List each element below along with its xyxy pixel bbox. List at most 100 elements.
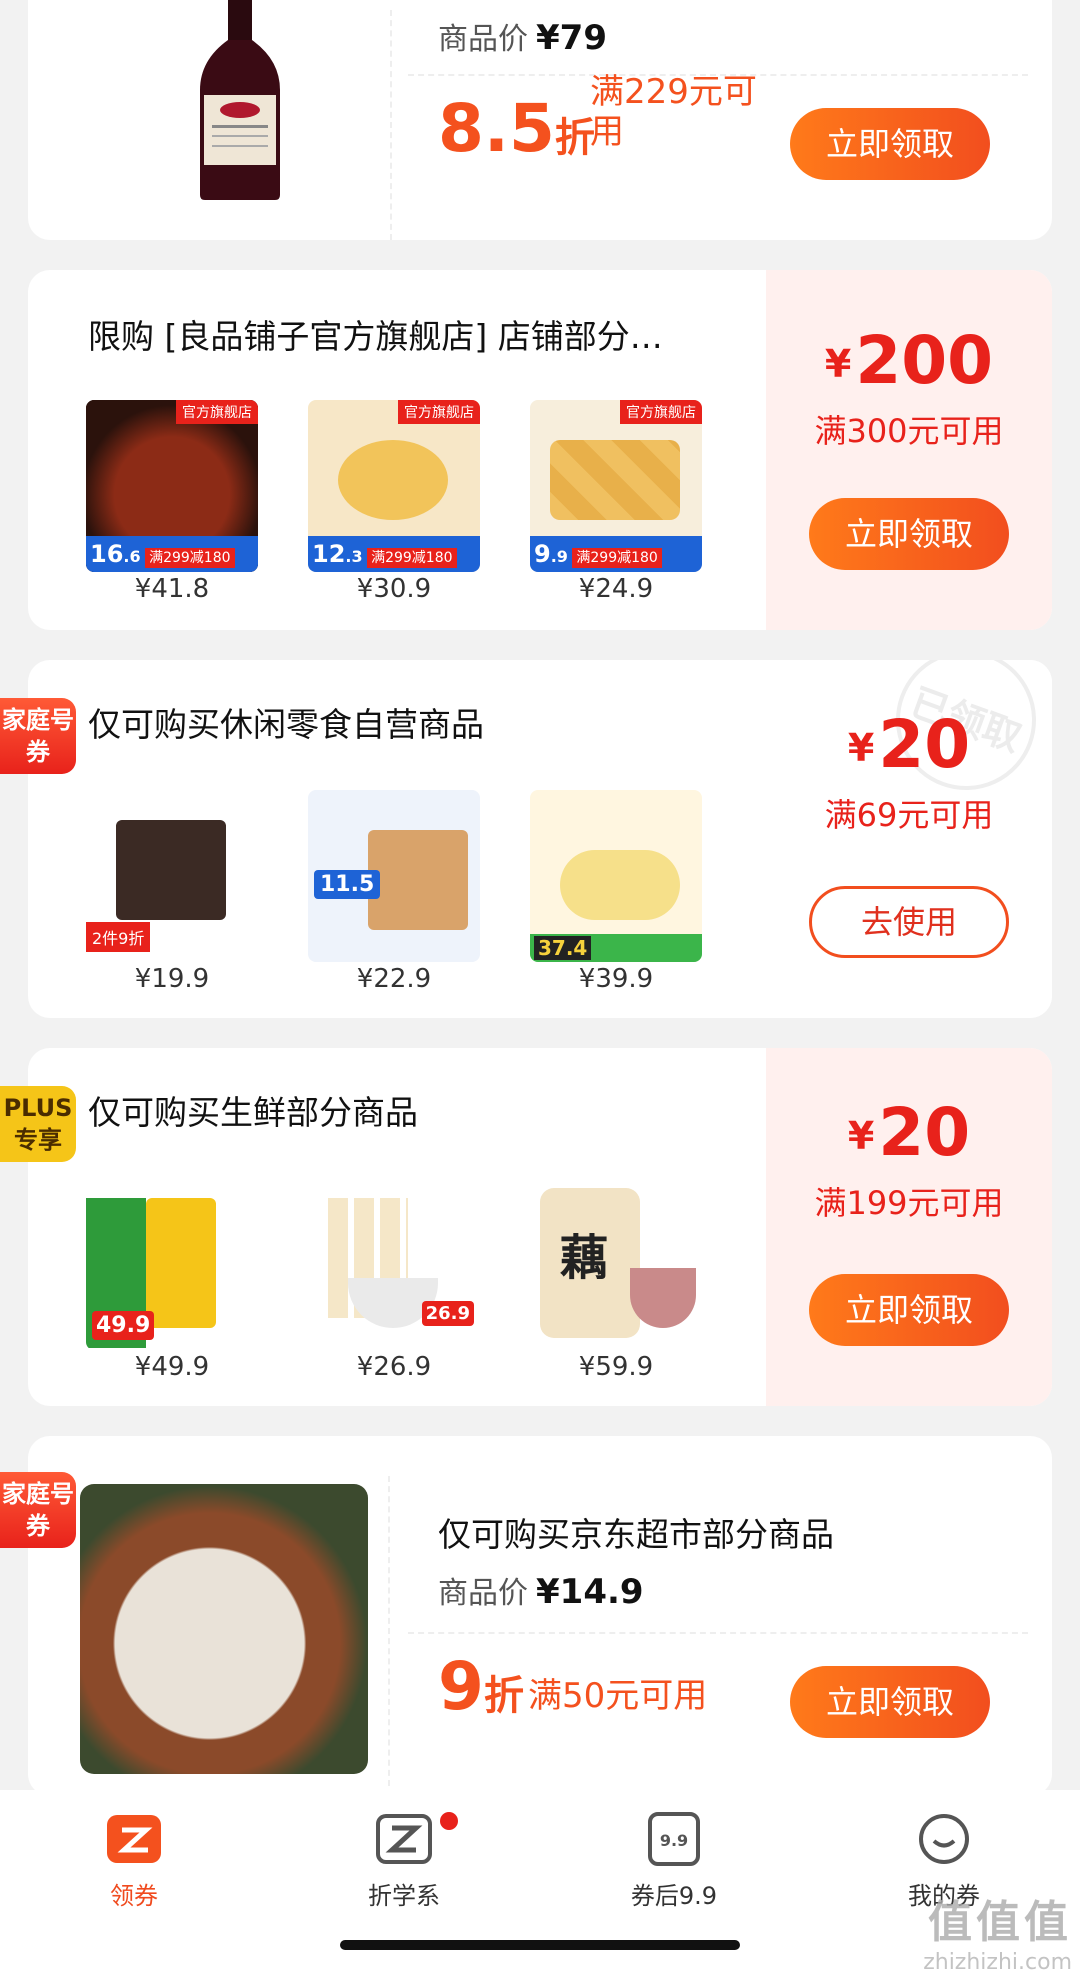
nav-label: 折学系 <box>368 1882 440 1910</box>
product-price: ¥19.9 <box>134 964 210 994</box>
coupon-condition: 满69元可用 <box>824 796 994 834</box>
promo-badge: 11.5 <box>314 870 381 899</box>
plus-exclusive-tag: PLUS 专享 <box>0 1086 76 1162</box>
coupon-card-wine: 商品价 ¥79 8.5折 满229元可用 立即领取 <box>28 0 1052 240</box>
product-price: ¥24.9 <box>578 574 654 604</box>
nav-tab-zhexue[interactable]: 折学系 <box>304 1812 504 1911</box>
coupon-title: 限购 [良品铺子官方旗舰店] 店铺部分… <box>88 317 663 356</box>
nav-label: 领券 <box>110 1882 158 1910</box>
product-image-millet: 49.9 <box>86 1178 258 1350</box>
home-indicator <box>340 1940 740 1950</box>
product-price: ¥39.9 <box>578 964 654 994</box>
watermark-logo: 值值值 <box>928 1897 1072 1948</box>
divider <box>390 10 392 240</box>
coupon-card-supermarket: 仅可购买京东超市部分商品 商品价 ¥14.9 9折 满50元可用 立即领取 <box>28 1436 1052 1796</box>
product-image-crackers: 官方旗舰店 9.9 满299减180 <box>530 400 702 572</box>
nav-label: 券后9.9 <box>630 1882 718 1910</box>
product-price: ¥49.9 <box>134 1352 210 1382</box>
promo-badge: 2件9折 <box>86 922 151 952</box>
product-item[interactable]: 37.4 ¥39.9 <box>530 790 702 994</box>
coupon-title: 仅可购买京东超市部分商品 <box>438 1515 834 1554</box>
z-icon <box>376 1814 432 1864</box>
coupon-condition: 满199元可用 <box>814 1184 1004 1222</box>
store-tag: 官方旗舰店 <box>176 400 258 424</box>
product-price-line: 商品价 ¥14.9 <box>438 1568 644 1612</box>
product-label: 藕 <box>560 1230 609 1286</box>
price-value: ¥79 <box>536 18 607 58</box>
price-label: 商品价 <box>438 1576 528 1611</box>
family-coupon-tag: 家庭号 券 <box>0 698 76 774</box>
price-label: 商品价 <box>438 22 528 57</box>
promo-badge: 26.9 <box>421 1301 474 1326</box>
discount-unit: 折 <box>483 1673 524 1719</box>
discount-number: 8.5 <box>438 90 555 167</box>
product-image-beef: 官方旗舰店 16.6 满299减180 <box>86 400 258 572</box>
divider <box>408 1632 1028 1634</box>
coupon-icon <box>107 1815 161 1863</box>
claim-button[interactable]: 立即领取 <box>790 108 990 180</box>
product-item[interactable]: 2件9折 ¥19.9 <box>86 790 258 994</box>
nav-tab-coupons[interactable]: 领券 <box>34 1812 234 1911</box>
store-tag: 官方旗舰店 <box>398 400 480 424</box>
product-price: ¥22.9 <box>356 964 432 994</box>
product-image-noodles: 26.9 <box>308 1178 480 1350</box>
product-image-buns: 37.4 <box>530 790 702 962</box>
product-image-lotus: 藕 <box>530 1178 702 1350</box>
ticket-icon: 9.9 <box>648 1812 700 1866</box>
coupon-amount: ¥20 <box>847 1094 971 1171</box>
product-item[interactable]: 11.5 ¥22.9 <box>308 790 480 994</box>
product-item[interactable]: 官方旗舰店 16.6 满299减180 ¥41.8 <box>86 400 258 604</box>
coupon-condition: 满50元可用 <box>528 1676 708 1716</box>
coupon-value-panel: 已领取 ¥20 满69元可用 去使用 <box>766 660 1052 1018</box>
smile-icon <box>919 1814 969 1864</box>
claim-button[interactable]: 立即领取 <box>790 1666 990 1738</box>
coupon-value-panel: ¥20 满199元可用 立即领取 <box>766 1048 1052 1406</box>
nav-tab-after-coupon[interactable]: 9.9 券后9.9 <box>574 1812 774 1911</box>
discount-number: 9 <box>438 1648 484 1725</box>
product-item[interactable]: 官方旗舰店 12.3 满299减180 ¥30.9 <box>308 400 480 604</box>
store-tag: 官方旗舰店 <box>620 400 702 424</box>
coupon-condition: 满300元可用 <box>814 412 1004 450</box>
coupon-title: 仅可购买生鲜部分商品 <box>88 1093 418 1132</box>
family-coupon-tag: 家庭号 券 <box>0 1472 76 1548</box>
product-image-pastry: 官方旗舰店 12.3 满299减180 <box>308 400 480 572</box>
product-image-cookies: 2件9折 <box>86 790 258 962</box>
product-image-bread: 11.5 <box>308 790 480 962</box>
svg-text:9.9: 9.9 <box>660 1831 688 1850</box>
divider <box>388 1476 390 1786</box>
price-value: ¥14.9 <box>536 1572 644 1612</box>
use-button[interactable]: 去使用 <box>809 886 1009 958</box>
coupon-card-fresh: 仅可购买生鲜部分商品 49.9 ¥49.9 26.9 ¥26.9 藕 ¥59.9… <box>28 1048 1052 1406</box>
coupon-amount: ¥20 <box>847 706 971 783</box>
promo-badge: 49.9 <box>92 1311 155 1340</box>
product-price-line: 商品价 ¥79 <box>438 14 607 58</box>
watermark: 值值值 zhizhizhi.com <box>923 1886 1072 1970</box>
watermark-url: zhizhizhi.com <box>923 1950 1072 1970</box>
promo-badge: 12.3 满299减180 <box>308 536 480 572</box>
discount-value: 9折 <box>438 1648 524 1725</box>
coupon-title: 仅可购买休闲零食自营商品 <box>88 705 484 744</box>
notification-dot <box>440 1812 458 1830</box>
coupon-card-store: 限购 [良品铺子官方旗舰店] 店铺部分… 官方旗舰店 16.6 满299减180… <box>28 270 1052 630</box>
product-item[interactable]: 官方旗舰店 9.9 满299减180 ¥24.9 <box>530 400 702 604</box>
discount-unit: 折 <box>554 115 595 161</box>
discount-value: 8.5折 <box>438 90 595 167</box>
product-price: ¥26.9 <box>356 1352 432 1382</box>
product-price: ¥41.8 <box>134 574 210 604</box>
wine-bottle-image <box>200 0 280 200</box>
coupon-amount: ¥200 <box>824 322 994 399</box>
promo-badge: 16.6 满299减180 <box>86 536 258 572</box>
product-price: ¥30.9 <box>356 574 432 604</box>
claim-button[interactable]: 立即领取 <box>809 1274 1009 1346</box>
coupon-card-snacks: 仅可购买休闲零食自营商品 2件9折 ¥19.9 11.5 ¥22.9 37.4 … <box>28 660 1052 1018</box>
product-price: ¥59.9 <box>578 1352 654 1382</box>
product-image-soup[interactable] <box>80 1484 368 1774</box>
promo-badge: 37.4 <box>534 936 592 960</box>
product-item[interactable]: 26.9 ¥26.9 <box>308 1178 480 1382</box>
promo-badge: 9.9 满299减180 <box>530 536 702 572</box>
product-item[interactable]: 49.9 ¥49.9 <box>86 1178 258 1382</box>
claim-button[interactable]: 立即领取 <box>809 498 1009 570</box>
coupon-condition: 满229元可用 <box>590 72 757 152</box>
coupon-value-panel: ¥200 满300元可用 立即领取 <box>766 270 1052 630</box>
product-item[interactable]: 藕 ¥59.9 <box>530 1178 702 1382</box>
